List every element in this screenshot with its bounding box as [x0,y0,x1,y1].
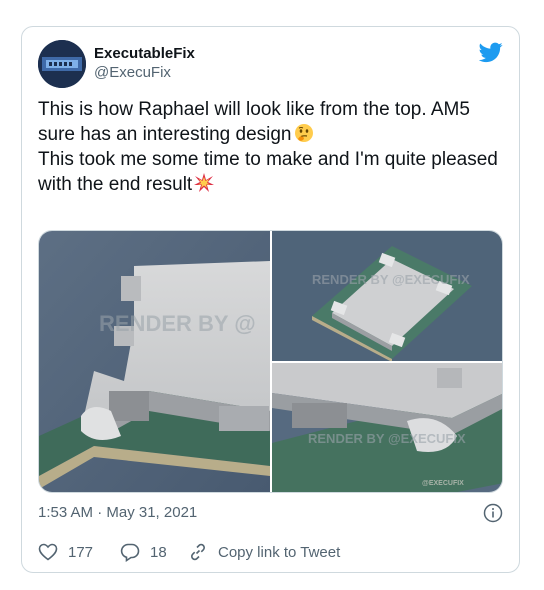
like-count: 177 [68,543,94,561]
thinking-face-icon [294,123,314,143]
collision-icon [194,173,215,193]
tweet-card: ExecutableFix @ExecuFix This is how Raph… [21,26,520,573]
copy-link-button[interactable]: Copy link to Tweet [188,540,340,564]
reply-button[interactable]: 18 [120,540,167,564]
media-grid: RENDER BY @ RENDER BY @EXECUFIX RENDER B… [38,230,503,493]
reply-count: 18 [150,543,167,561]
tweet-header: ExecutableFix @ExecuFix [38,40,503,88]
watermark-top-right: RENDER BY @EXECUFIX [312,272,470,287]
author-names: ExecutableFix @ExecuFix [94,44,195,83]
tweet-timestamp[interactable]: 1:53 AM · May 31, 2021 [38,503,197,523]
author-display-name[interactable]: ExecutableFix [94,44,195,63]
info-icon[interactable] [483,503,503,523]
copy-link-label: Copy link to Tweet [218,543,341,561]
heart-icon [38,543,58,561]
author-handle[interactable]: @ExecuFix [94,63,195,83]
twitter-bird-icon[interactable] [478,40,503,64]
media-image-cpu-closeup[interactable]: RENDER BY @ [39,231,270,492]
link-icon [191,543,205,561]
media-image-cpu-corner[interactable]: RENDER BY @EXECUFIX @EXECUFIX [272,363,502,492]
watermark-bottom-right: RENDER BY @EXECUFIX [308,431,466,446]
tweet-actions: 177 18 Copy link to Tweet [38,540,508,564]
like-button[interactable]: 177 [38,540,93,564]
corner-tag: @EXECUFIX [422,480,464,487]
tweet-text: This is how Raphael will look like from … [38,97,508,197]
tweet-text-line2: This took me some time to make and I'm q… [38,149,498,195]
reply-bubble-icon [120,543,140,562]
media-image-cpu-top[interactable]: RENDER BY @EXECUFIX [272,231,502,361]
avatar[interactable] [38,40,86,88]
watermark-main: RENDER BY @ [99,311,256,336]
tweet-text-line1: This is how Raphael will look like from … [38,99,470,145]
